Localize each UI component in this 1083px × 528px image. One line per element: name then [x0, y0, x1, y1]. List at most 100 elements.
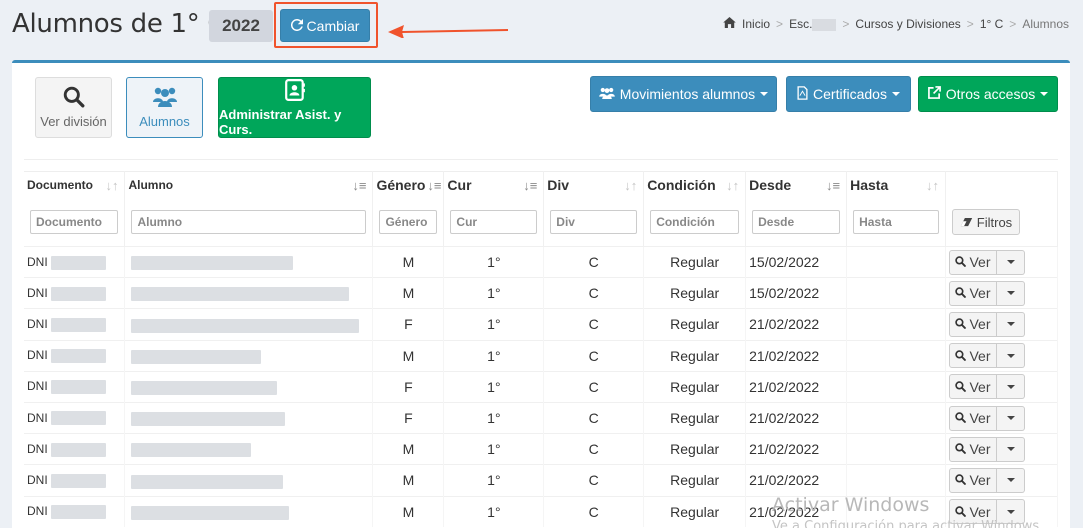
breadcrumb-school[interactable]: Esc.	[789, 17, 837, 31]
from-date-cell: 21/02/2022	[745, 495, 848, 528]
breadcrumb-current: Alumnos	[1022, 17, 1069, 31]
gender-filter-input[interactable]	[379, 210, 438, 235]
other-access-dropdown[interactable]: Otros accesos	[918, 76, 1058, 112]
view-options-dropdown[interactable]	[997, 436, 1025, 462]
view-button[interactable]: Ver	[949, 249, 997, 275]
view-options-dropdown[interactable]	[997, 467, 1025, 493]
certificates-dropdown[interactable]: Certificados	[786, 76, 911, 112]
division-cell: C	[543, 339, 645, 372]
column-header-gender[interactable]: Género ↓≡	[372, 171, 445, 199]
view-options-dropdown[interactable]	[997, 499, 1025, 525]
column-header-condition[interactable]: Condición ↓↑	[643, 171, 747, 199]
chevron-down-icon	[1006, 509, 1015, 514]
view-options-dropdown[interactable]	[997, 343, 1025, 369]
breadcrumb-home[interactable]: Inicio	[742, 17, 770, 31]
view-button[interactable]: Ver	[949, 280, 997, 306]
search-icon	[955, 379, 967, 395]
table-row: DNI M 1° C Regular 21/02/2022 Ver	[24, 464, 1058, 496]
actions-cell: Ver	[945, 339, 1058, 372]
course-cell: 1°	[443, 401, 545, 434]
view-button[interactable]: Ver	[949, 499, 997, 525]
column-header-from[interactable]: Desde ↓≡	[745, 171, 848, 199]
condition-cell: Regular	[643, 308, 747, 341]
chevron-down-icon	[1006, 260, 1015, 265]
division-cell: C	[543, 433, 645, 465]
view-button[interactable]: Ver	[949, 467, 997, 493]
from-date-cell: 21/02/2022	[745, 308, 848, 341]
sort-desc-icon: ↓≡	[826, 178, 841, 193]
chevron-down-icon	[760, 92, 769, 96]
table-row: DNI F 1° C Regular 21/02/2022 Ver	[24, 370, 1058, 403]
student-movements-dropdown[interactable]: Movimientos alumnos	[590, 76, 777, 112]
view-options-dropdown[interactable]	[997, 405, 1025, 431]
view-button[interactable]: Ver	[949, 405, 997, 431]
home-icon[interactable]	[723, 17, 736, 31]
view-button[interactable]: Ver	[949, 343, 997, 369]
course-cell: 1°	[443, 339, 545, 372]
students-label: Alumnos	[139, 114, 190, 129]
change-button-label: Cambiar	[306, 17, 360, 34]
to-date-cell	[846, 277, 946, 309]
change-button[interactable]: Cambiar	[280, 9, 370, 42]
from-date-cell: 21/02/2022	[745, 339, 848, 372]
students-button[interactable]: Alumnos	[126, 77, 203, 138]
view-division-button[interactable]: Ver división	[35, 77, 112, 138]
search-icon	[63, 86, 85, 111]
breadcrumb-course[interactable]: 1° C	[980, 17, 1003, 31]
column-header-division[interactable]: Div ↓↑	[543, 171, 645, 199]
search-icon	[955, 472, 967, 488]
table-row: DNI M 1° C Regular 21/02/2022 Ver	[24, 339, 1058, 372]
view-button[interactable]: Ver	[949, 374, 997, 400]
column-header-student[interactable]: Alumno ↓≡	[124, 171, 374, 199]
to-filter-input[interactable]	[853, 210, 939, 235]
column-header-actions	[945, 171, 1058, 199]
document-cell: DNI	[24, 433, 126, 465]
student-name-cell	[124, 339, 374, 372]
breadcrumb-courses[interactable]: Cursos y Divisiones	[855, 17, 960, 31]
column-header-document[interactable]: Documento ↓↑	[24, 171, 126, 199]
manage-attendance-button[interactable]: Administrar Asist. y Curs.	[218, 77, 371, 138]
from-filter-input[interactable]	[752, 210, 841, 235]
column-header-to[interactable]: Hasta ↓↑	[846, 171, 946, 199]
to-date-cell	[846, 245, 946, 278]
document-cell: DNI	[24, 308, 126, 341]
division-cell: C	[543, 370, 645, 403]
breadcrumb-separator: >	[842, 17, 850, 31]
document-cell: DNI	[24, 277, 126, 309]
document-cell: DNI	[24, 339, 126, 372]
to-date-cell	[846, 495, 946, 528]
condition-filter-input[interactable]	[650, 210, 740, 235]
view-options-dropdown[interactable]	[997, 280, 1025, 306]
from-date-cell: 21/02/2022	[745, 464, 848, 496]
table-row: DNI F 1° C Regular 21/02/2022 Ver	[24, 401, 1058, 434]
document-filter-input[interactable]	[30, 210, 119, 235]
certificates-label: Certificados	[813, 86, 887, 102]
student-filter-input[interactable]	[131, 210, 367, 235]
filters-button[interactable]: Filtros	[952, 209, 1020, 236]
users-icon	[152, 86, 178, 111]
actions-cell: Ver	[945, 308, 1058, 341]
gender-cell: M	[372, 495, 445, 528]
users-icon	[598, 86, 615, 102]
view-options-dropdown[interactable]	[997, 374, 1025, 400]
student-name-cell	[124, 370, 374, 403]
view-button[interactable]: Ver	[949, 436, 997, 462]
view-options-dropdown[interactable]	[997, 311, 1025, 337]
condition-cell: Regular	[643, 495, 747, 528]
actions-cell: Ver	[945, 245, 1058, 278]
sort-icon: ↓↑	[926, 178, 939, 193]
view-button[interactable]: Ver	[949, 311, 997, 337]
column-header-course[interactable]: Cur ↓≡	[443, 171, 545, 199]
student-name-cell	[124, 464, 374, 496]
course-filter-input[interactable]	[450, 210, 538, 235]
student-name-cell	[124, 495, 374, 528]
student-name-cell	[124, 308, 374, 341]
division-filter-input[interactable]	[550, 210, 638, 235]
table-row: DNI M 1° C Regular 21/02/2022 Ver	[24, 495, 1058, 528]
view-options-dropdown[interactable]	[997, 249, 1025, 275]
eraser-icon	[960, 215, 973, 230]
condition-cell: Regular	[643, 370, 747, 403]
division-cell: C	[543, 495, 645, 528]
gender-cell: M	[372, 277, 445, 309]
document-cell: DNI	[24, 245, 126, 278]
